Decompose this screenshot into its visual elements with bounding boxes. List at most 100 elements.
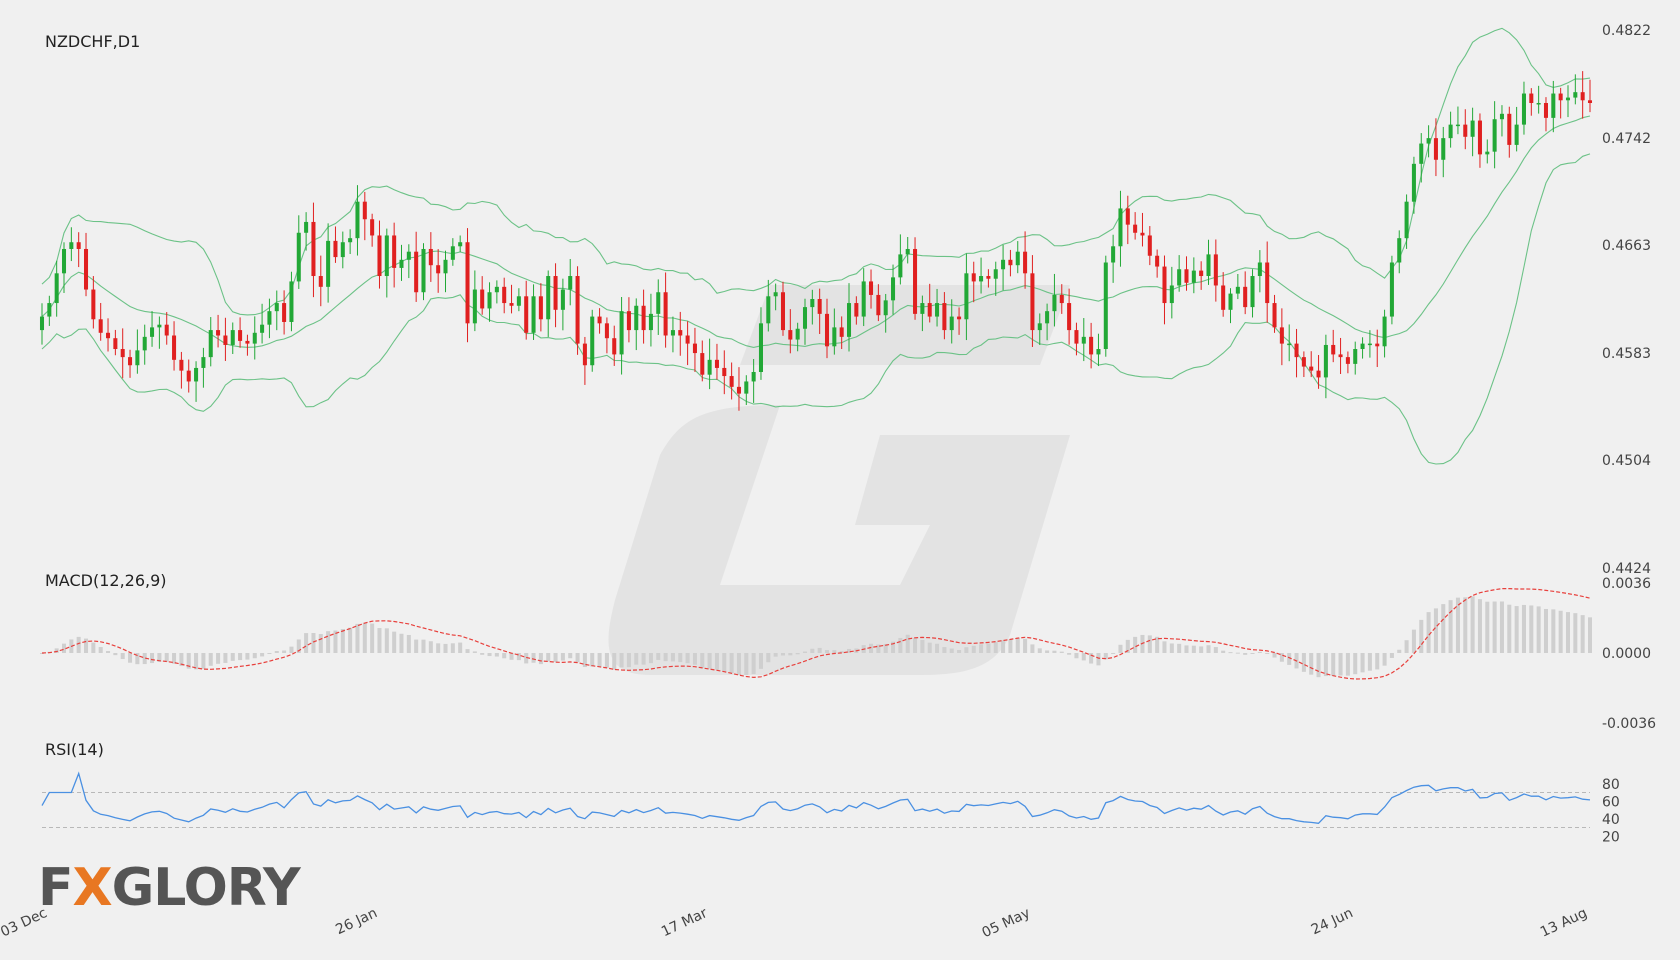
candle-body [568, 276, 573, 290]
candle-body [1030, 273, 1035, 331]
macd-histogram-bar [406, 634, 411, 653]
candle-body [1448, 124, 1453, 139]
candle [267, 298, 272, 339]
candle-body [957, 316, 962, 320]
macd-histogram-bar [1023, 638, 1028, 653]
candle-body [1008, 259, 1013, 266]
macd-histogram-bar [729, 653, 734, 674]
candle-body [1411, 163, 1416, 202]
macd-histogram-bar [949, 648, 954, 653]
macd-histogram-bar [612, 653, 617, 670]
candle [905, 237, 910, 264]
candle-body [524, 296, 529, 333]
candle-body [795, 328, 800, 340]
candle-body [238, 330, 243, 341]
macd-histogram-bar [1074, 653, 1079, 659]
candle-body [487, 292, 492, 309]
candle-body [942, 303, 947, 331]
candle-body [927, 303, 932, 317]
macd-histogram-bar [575, 653, 580, 663]
candle-body [1125, 208, 1130, 225]
candle-body [993, 269, 998, 279]
candle-body [1001, 259, 1006, 270]
candle-body [150, 327, 155, 337]
candle-body [1419, 143, 1424, 164]
candle-body [714, 359, 719, 368]
candle [436, 249, 441, 293]
candle-body [1140, 232, 1145, 236]
candle-body [949, 316, 954, 331]
macd-histogram-bar [465, 649, 470, 653]
macd-histogram-bar [634, 653, 639, 665]
candle [1485, 139, 1490, 164]
candle [1551, 80, 1556, 133]
macd-histogram-bar [957, 650, 962, 653]
date-tick-label: 13 Aug [1538, 905, 1590, 940]
macd-histogram-bar [355, 623, 360, 653]
candle-body [597, 316, 602, 324]
macd-histogram-bar [744, 653, 749, 675]
macd-histogram-bar [1177, 643, 1182, 653]
candle-body [832, 327, 837, 347]
macd-histogram-bar [1118, 644, 1123, 653]
candle-body [766, 296, 771, 324]
macd-histogram-bar [1316, 653, 1321, 678]
macd-histogram-bar [1169, 643, 1174, 653]
candle-body [891, 277, 896, 301]
candle-body [1389, 262, 1394, 317]
candle-body [678, 330, 683, 336]
macd-histogram-bar [1221, 650, 1226, 653]
candle-body [421, 248, 426, 293]
macd-histogram-bar [289, 646, 294, 653]
macd-histogram-bar [538, 653, 543, 665]
candle [751, 359, 756, 403]
macd-histogram-bar [120, 653, 125, 660]
price-tick-label: 0.4822 [1602, 23, 1651, 39]
candle-body [1213, 254, 1218, 286]
candle-body [194, 367, 199, 382]
candle-body [1272, 303, 1277, 328]
candle [1470, 107, 1475, 157]
macd-histogram-bar [832, 650, 837, 653]
candle-body [920, 303, 925, 314]
candle [590, 309, 595, 372]
candle-body [935, 303, 940, 317]
candle [230, 322, 235, 354]
candle-body [1367, 343, 1372, 346]
candle-body [1331, 344, 1336, 355]
macd-histogram-bar [282, 650, 287, 653]
candle-body [1257, 262, 1262, 277]
candle [1404, 194, 1409, 249]
chart-title: NZDCHF,D1 [45, 32, 141, 51]
candle [1206, 239, 1211, 285]
macd-histogram-bar [1389, 653, 1394, 658]
candle [604, 317, 609, 354]
candle-body [1133, 224, 1138, 233]
candle-body [436, 265, 441, 274]
macd-histogram-bar [1455, 597, 1460, 653]
macd-histogram-bar [1191, 645, 1196, 653]
macd-histogram-bar [1008, 639, 1013, 653]
candle [1111, 234, 1116, 283]
macd-histogram-bar [260, 653, 265, 657]
macd-histogram-bar [377, 628, 382, 653]
macd-histogram-bar [1243, 653, 1248, 655]
macd-histogram-bar [531, 653, 536, 663]
candle-body [61, 248, 67, 274]
candle-body [289, 281, 294, 322]
candle-body [1118, 208, 1123, 247]
candle-body [318, 276, 323, 287]
macd-histogram-bar [1184, 645, 1189, 653]
macd-histogram-bar [208, 653, 213, 666]
candle [1096, 333, 1101, 367]
candle-body [1580, 92, 1585, 101]
candle [626, 297, 631, 343]
candle [1360, 337, 1365, 359]
candle-body [340, 242, 345, 258]
candle-body [788, 330, 793, 340]
macd-histogram-bar [150, 653, 155, 664]
macd-histogram-bar [487, 653, 492, 657]
candle [1448, 111, 1453, 148]
macd-histogram-bar [773, 653, 778, 657]
candle-body [758, 323, 763, 372]
